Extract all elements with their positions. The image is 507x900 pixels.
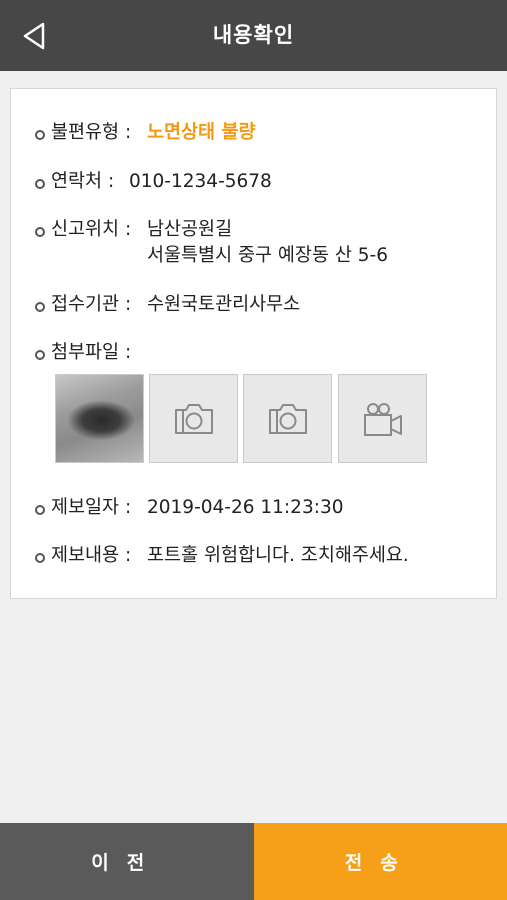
camera-icon	[268, 403, 307, 434]
report-summary-card: 불편유형 : 노면상태 불량 연락처 : 010-1234-5678 신고위치 …	[10, 88, 497, 599]
type-value: 노면상태 불량	[147, 122, 256, 143]
bottom-action-bar: 이전 전송	[0, 823, 507, 900]
location-name: 남산공원길	[147, 219, 233, 240]
date-label: 제보일자 :	[51, 497, 132, 518]
camera-icon	[174, 403, 213, 434]
bullet-icon	[35, 179, 45, 189]
location-label: 신고위치 :	[51, 219, 132, 240]
content-label: 제보내용 :	[51, 545, 132, 566]
page-title: 내용확인	[212, 23, 295, 47]
video-camera-icon	[363, 402, 402, 436]
bullet-icon	[35, 553, 45, 563]
date-value: 2019-04-26 11:23:30	[147, 497, 344, 518]
location-address: 서울특별시 중구 예장동 산 5-6	[147, 245, 388, 266]
send-button[interactable]: 전송	[253, 823, 507, 900]
bullet-icon	[35, 350, 45, 360]
bullet-icon	[35, 302, 45, 312]
contact-label: 연락처 :	[51, 171, 115, 192]
bullet-icon	[35, 227, 45, 237]
bullet-icon	[35, 130, 45, 140]
agency-value: 수원국토관리사무소	[147, 294, 301, 315]
attachment-photo[interactable]	[55, 374, 144, 463]
add-video-button[interactable]	[338, 374, 427, 463]
bullet-icon	[35, 505, 45, 515]
header-bar: 내용확인	[0, 0, 507, 71]
add-photo-button[interactable]	[149, 374, 238, 463]
attachment-label: 첨부파일 :	[51, 342, 132, 363]
contact-value: 010-1234-5678	[129, 171, 272, 192]
add-photo-button[interactable]	[243, 374, 332, 463]
content-value: 포트홀 위험합니다. 조치해주세요.	[147, 545, 409, 566]
previous-button[interactable]: 이전	[0, 823, 254, 900]
type-label: 불편유형 :	[51, 122, 132, 143]
agency-label: 접수기관 :	[51, 294, 132, 315]
